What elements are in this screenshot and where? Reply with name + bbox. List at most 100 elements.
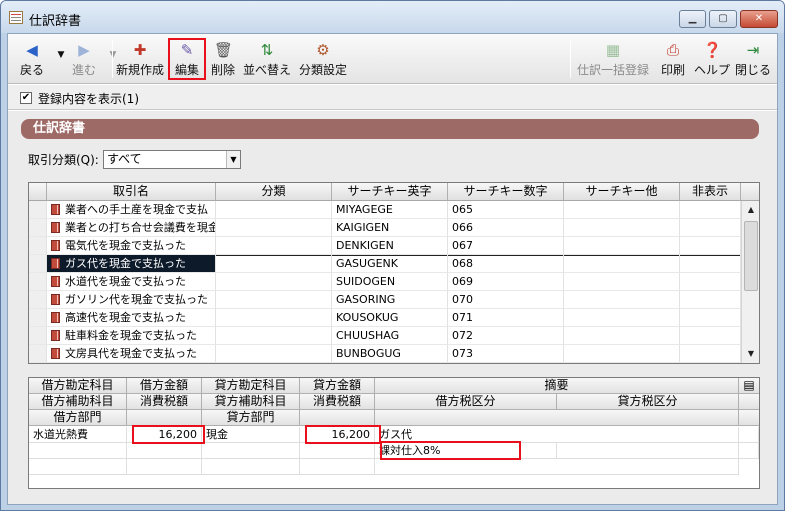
table-row[interactable]: 駐車料金を現金で支払った CHUUSHAG 072: [29, 327, 741, 345]
minimize-button[interactable]: ▁: [679, 10, 706, 28]
show-registered-label[interactable]: 登録内容を表示(1): [38, 90, 139, 107]
cell-category[interactable]: [216, 345, 332, 363]
cell-category[interactable]: [216, 291, 332, 309]
delete-button[interactable]: 🗑 削除: [208, 38, 238, 80]
cell-hidden[interactable]: [680, 273, 741, 291]
new-button[interactable]: ✚ 新規作成: [114, 38, 166, 80]
cell-name[interactable]: 電気代を現金で支払った: [47, 237, 216, 255]
col-header-hidden[interactable]: 非表示: [680, 183, 741, 201]
row-indicator[interactable]: [29, 237, 47, 255]
cell-category[interactable]: [216, 219, 332, 237]
cell-hidden[interactable]: [680, 237, 741, 255]
credit-tax-class-cell[interactable]: [557, 443, 739, 459]
cell-name[interactable]: 業者との打ち合せ会議費を現金: [47, 219, 216, 237]
cell-key-number[interactable]: 069: [448, 273, 564, 291]
forward-button[interactable]: ▶ 進む: [64, 38, 104, 80]
scrollbar-thumb[interactable]: [744, 221, 758, 291]
close-window-button[interactable]: ✕: [740, 10, 778, 28]
cell-category[interactable]: [216, 255, 332, 273]
cell-key-number[interactable]: 073: [448, 345, 564, 363]
cell-key-number[interactable]: 068: [448, 255, 564, 273]
bulk-register-button[interactable]: ▦ 仕訳一括登録: [574, 38, 652, 80]
cell-key-number[interactable]: 072: [448, 327, 564, 345]
category-settings-button[interactable]: ⚙ 分類設定: [296, 38, 350, 80]
col-header-key-number[interactable]: サーチキー数字: [448, 183, 564, 201]
help-button[interactable]: ❓ ヘルプ: [692, 38, 732, 80]
cell-category[interactable]: [216, 237, 332, 255]
cell-category[interactable]: [216, 201, 332, 219]
cell-name[interactable]: 高速代を現金で支払った: [47, 309, 216, 327]
credit-tax-cell[interactable]: [300, 443, 375, 459]
cell-key-number[interactable]: 065: [448, 201, 564, 219]
cell-hidden[interactable]: [680, 255, 741, 273]
cell-hidden[interactable]: [680, 327, 741, 345]
credit-sub-account-cell[interactable]: [202, 443, 300, 459]
cell-key-other[interactable]: [564, 309, 680, 327]
grid-scrollbar[interactable]: ▲ ▼: [741, 201, 759, 363]
cell-key-alpha[interactable]: SUIDOGEN: [332, 273, 448, 291]
cell-key-other[interactable]: [564, 219, 680, 237]
table-row[interactable]: ガソリン代を現金で支払った GASORING 070: [29, 291, 741, 309]
table-row[interactable]: 文房具代を現金で支払った BUNBOGUG 073: [29, 345, 741, 363]
print-button[interactable]: ⎙ 印刷: [656, 38, 690, 80]
scroll-up-icon[interactable]: ▲: [743, 202, 759, 218]
table-row[interactable]: 電気代を現金で支払った DENKIGEN 067: [29, 237, 741, 255]
cell-key-other[interactable]: [564, 327, 680, 345]
cell-key-number[interactable]: 066: [448, 219, 564, 237]
col-header-key-alpha[interactable]: サーチキー英字: [332, 183, 448, 201]
cell-key-number[interactable]: 071: [448, 309, 564, 327]
table-row[interactable]: 高速代を現金で支払った KOUSOKUG 071: [29, 309, 741, 327]
close-button[interactable]: ⇥ 閉じる: [734, 38, 772, 80]
cell-hidden[interactable]: [680, 291, 741, 309]
cell-name[interactable]: 業者への手土産を現金で支払: [47, 201, 216, 219]
cell-name[interactable]: 水道代を現金で支払った: [47, 273, 216, 291]
cell-category[interactable]: [216, 327, 332, 345]
cell-name[interactable]: ガス代を現金で支払った: [47, 255, 216, 273]
cell-hidden[interactable]: [680, 219, 741, 237]
debit-tax-cell[interactable]: [127, 443, 202, 459]
back-dropdown[interactable]: ▼: [52, 38, 65, 80]
cell-key-other[interactable]: [564, 345, 680, 363]
chevron-down-icon[interactable]: ▼: [226, 151, 240, 168]
debit-department-cell[interactable]: [29, 459, 127, 475]
cell-key-other[interactable]: [564, 237, 680, 255]
cell-key-other[interactable]: [564, 201, 680, 219]
cell-hidden[interactable]: [680, 309, 741, 327]
cell-name[interactable]: 駐車料金を現金で支払った: [47, 327, 216, 345]
col-header-category[interactable]: 分類: [216, 183, 332, 201]
row-indicator[interactable]: [29, 255, 47, 273]
cell-key-alpha[interactable]: GASUGENK: [332, 255, 448, 273]
table-row[interactable]: 業者への手土産を現金で支払 MIYAGEGE 065: [29, 201, 741, 219]
cell-key-alpha[interactable]: BUNBOGUG: [332, 345, 448, 363]
row-indicator[interactable]: [29, 273, 47, 291]
credit-account-cell[interactable]: 現金: [202, 427, 300, 443]
cell-key-alpha[interactable]: KOUSOKUG: [332, 309, 448, 327]
debit-sub-account-cell[interactable]: [29, 443, 127, 459]
cell-key-alpha[interactable]: KAIGIGEN: [332, 219, 448, 237]
back-button[interactable]: ◀ 戻る: [12, 38, 52, 80]
cell-key-number[interactable]: 067: [448, 237, 564, 255]
col-header-name[interactable]: 取引名: [47, 183, 216, 201]
row-indicator[interactable]: [29, 201, 47, 219]
row-indicator[interactable]: [29, 291, 47, 309]
col-header-key-other[interactable]: サーチキー他: [564, 183, 680, 201]
cell-key-alpha[interactable]: CHUUSHAG: [332, 327, 448, 345]
cell-category[interactable]: [216, 273, 332, 291]
table-row[interactable]: ガス代を現金で支払った GASUGENK 068: [29, 255, 741, 273]
cell-name[interactable]: 文房具代を現金で支払った: [47, 345, 216, 363]
cell-hidden[interactable]: [680, 345, 741, 363]
cell-hidden[interactable]: [680, 201, 741, 219]
cell-key-alpha[interactable]: GASORING: [332, 291, 448, 309]
cell-category[interactable]: [216, 309, 332, 327]
memo-icon[interactable]: ▤: [739, 378, 759, 394]
row-indicator[interactable]: [29, 327, 47, 345]
cell-key-alpha[interactable]: DENKIGEN: [332, 237, 448, 255]
debit-account-cell[interactable]: 水道光熱費: [29, 427, 127, 443]
cell-key-number[interactable]: 070: [448, 291, 564, 309]
cell-key-other[interactable]: [564, 273, 680, 291]
scroll-down-icon[interactable]: ▼: [743, 346, 759, 362]
category-filter-select[interactable]: すべて ▼: [103, 150, 241, 169]
table-row[interactable]: 水道代を現金で支払った SUIDOGEN 069: [29, 273, 741, 291]
maximize-button[interactable]: ▢: [709, 10, 737, 28]
cell-name[interactable]: ガソリン代を現金で支払った: [47, 291, 216, 309]
